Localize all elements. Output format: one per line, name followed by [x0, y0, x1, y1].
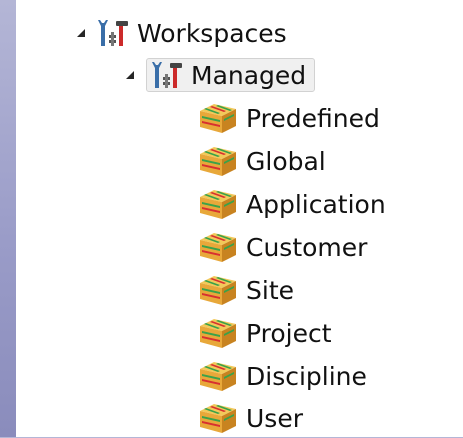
tree-node-site[interactable]: Site [196, 270, 294, 310]
package-box-icon [196, 316, 238, 350]
tree-node-discipline[interactable]: Discipline [196, 356, 367, 396]
package-box-icon [196, 101, 238, 135]
selected-node-highlight[interactable]: Managed [146, 58, 316, 92]
tree-node-label: Managed [191, 60, 307, 90]
tree-node-managed[interactable]: Managed [126, 55, 316, 95]
tree-node-label: Customer [246, 232, 368, 262]
workspace-tools-icon [151, 60, 183, 90]
tree-node-project[interactable]: Project [196, 313, 332, 353]
tree-node-application[interactable]: Application [196, 184, 386, 224]
package-box-icon [196, 187, 238, 221]
tree-node-predefined[interactable]: Predefined [196, 98, 380, 138]
package-box-icon [196, 359, 238, 393]
expand-collapse-icon[interactable] [77, 29, 85, 37]
package-box-icon [196, 144, 238, 178]
tree-node-label: User [246, 403, 303, 433]
tree-node-workspaces[interactable]: Workspaces [77, 13, 287, 53]
tree-node-label: Application [246, 189, 386, 219]
tree-node-global[interactable]: Global [196, 141, 326, 181]
tree-node-label: Project [246, 318, 332, 348]
tree-node-label: Workspaces [137, 18, 287, 48]
expand-collapse-icon[interactable] [126, 71, 134, 79]
tree-node-label: Global [246, 146, 326, 176]
package-box-icon [196, 230, 238, 264]
tree-node-label: Site [246, 275, 294, 305]
workspace-tools-icon [97, 18, 129, 48]
workspace-tree-panel: Workspaces Managed Predefined Global App… [16, 0, 463, 437]
package-box-icon [196, 401, 238, 435]
package-box-icon [196, 273, 238, 307]
tree-node-user[interactable]: User [196, 398, 303, 438]
tree-node-customer[interactable]: Customer [196, 227, 367, 267]
tree-node-label: Predefined [246, 103, 380, 133]
tree-node-label: Discipline [246, 361, 367, 391]
